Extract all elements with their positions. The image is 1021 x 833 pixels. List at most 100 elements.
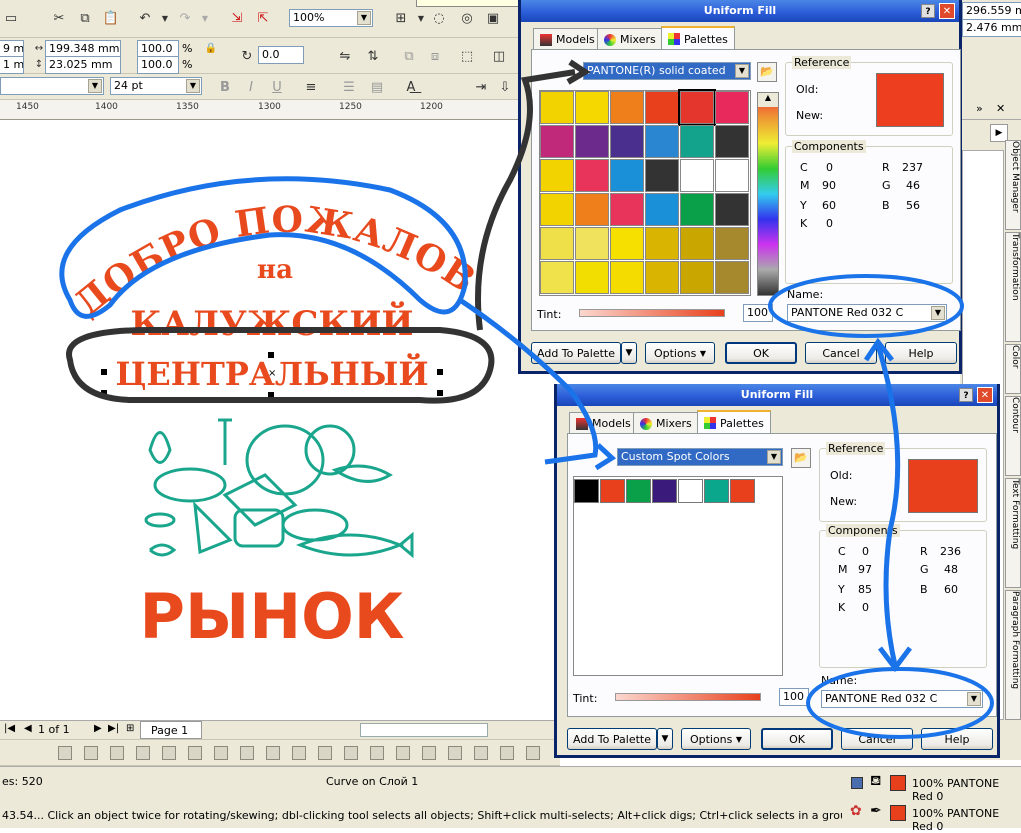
distribute-v-icon[interactable] (240, 746, 254, 760)
redo-dropdown-icon[interactable]: ▼ (194, 8, 216, 28)
palette-swatch[interactable] (540, 125, 574, 158)
palette-swatch-grid[interactable] (573, 476, 783, 676)
align-center-icon[interactable] (84, 746, 98, 760)
palette-swatch[interactable] (574, 479, 599, 503)
palette-swatch[interactable] (575, 125, 609, 158)
align-grid-icon[interactable] (474, 746, 488, 760)
tab-mixers[interactable]: Mixers (597, 28, 663, 50)
group-icon[interactable]: ⧉ (398, 46, 420, 66)
palette-swatch-grid[interactable] (539, 89, 751, 296)
edit-text-icon[interactable]: A͟ (400, 77, 422, 97)
fill-color-swatch[interactable] (890, 775, 906, 791)
redo-icon[interactable]: ↷ (174, 8, 196, 28)
copy-icon[interactable]: ⧉ (74, 8, 96, 28)
welcome-icon[interactable]: ◎ (456, 8, 478, 28)
palette-swatch[interactable] (600, 479, 625, 503)
undo-dropdown-icon[interactable]: ▼ (154, 8, 176, 28)
open-palette-icon[interactable]: 📂 (791, 448, 811, 468)
palette-swatch[interactable] (715, 159, 749, 192)
align-page-icon[interactable] (448, 746, 462, 760)
palette-swatch[interactable] (715, 227, 749, 260)
palette-swatch[interactable] (575, 159, 609, 192)
palette-swatch[interactable] (540, 159, 574, 192)
palette-swatch[interactable] (645, 193, 679, 226)
color-name-select[interactable]: PANTONE Red 032 C ▼ (787, 304, 947, 322)
underline-icon[interactable]: U (266, 77, 288, 97)
prev-page-icon[interactable]: ◀ (24, 723, 32, 734)
align-right-icon[interactable] (110, 746, 124, 760)
palette-select[interactable]: PANTONE(R) solid coated ▼ (583, 62, 751, 80)
palette-swatch[interactable] (680, 261, 714, 294)
tint-slider[interactable] (615, 693, 761, 701)
help-icon[interactable]: ? (921, 4, 935, 18)
align-left-icon[interactable] (58, 746, 72, 760)
options-button[interactable]: Options ▼ (681, 728, 751, 750)
corel-online-icon[interactable]: ▣ (482, 8, 504, 28)
tab-palettes[interactable]: Palettes (661, 26, 735, 50)
bold-icon[interactable]: B (214, 77, 236, 97)
docker-tab-contour[interactable]: Contour (1005, 396, 1021, 476)
ok-button[interactable]: OK (761, 728, 833, 750)
drop-cap-icon[interactable]: ▤ (366, 77, 388, 97)
help-button[interactable]: Help (885, 342, 957, 364)
palette-swatch[interactable] (704, 479, 729, 503)
palette-swatch[interactable] (610, 261, 644, 294)
palette-swatch[interactable] (715, 193, 749, 226)
cut-icon[interactable]: ✂ (48, 8, 70, 28)
font-family-select[interactable]: ▼ (0, 77, 104, 95)
add-page-icon[interactable]: ⊞ (126, 723, 134, 734)
help-icon[interactable]: ? (959, 388, 973, 402)
palette-scrollbar[interactable]: ▲ (757, 92, 779, 296)
tint-slider[interactable] (579, 309, 725, 317)
last-page-icon[interactable]: ▶| (108, 723, 119, 734)
align-icon[interactable]: ⬚ (456, 46, 478, 66)
paste-icon[interactable]: 📋 (100, 8, 122, 28)
scroll-up-icon[interactable]: ▲ (758, 93, 778, 107)
docker-tab-color[interactable]: Color (1005, 344, 1021, 394)
align-object-icon[interactable] (500, 746, 514, 760)
palette-swatch[interactable] (540, 193, 574, 226)
far-y-field[interactable]: 2.476 mm (962, 19, 1021, 37)
export-icon[interactable]: ⇱ (252, 8, 274, 28)
ungroup-icon[interactable]: ⧈ (424, 46, 446, 66)
palette-swatch[interactable] (715, 261, 749, 294)
page-tab[interactable]: Page 1 (140, 721, 202, 739)
logo-artwork[interactable]: ДОБРО ПОЖАЛОВАТЬ на КАЛУЖСКИЙ ЦЕНТРАЛЬНЫ… (0, 120, 560, 720)
space-v-icon[interactable] (396, 746, 410, 760)
docker-tab-object-manager[interactable]: Object Manager (1005, 140, 1021, 230)
arrange-icon[interactable] (422, 746, 436, 760)
palette-swatch[interactable] (715, 91, 749, 124)
palette-swatch[interactable] (626, 479, 651, 503)
distribute-bottom-icon[interactable] (344, 746, 358, 760)
palette-swatch[interactable] (540, 227, 574, 260)
order-front-icon[interactable]: ◫ (488, 46, 510, 66)
cancel-button[interactable]: Cancel (805, 342, 877, 364)
palette-swatch[interactable] (610, 193, 644, 226)
align-edge-icon[interactable] (526, 746, 540, 760)
palette-swatch[interactable] (610, 91, 644, 124)
palette-swatch[interactable] (715, 125, 749, 158)
text-align-icon[interactable]: ≡ (300, 77, 322, 97)
palette-swatch[interactable] (575, 227, 609, 260)
tab-models[interactable]: Models (569, 412, 638, 434)
add-to-palette-dropdown[interactable]: ▼ (621, 342, 637, 364)
open-palette-icon[interactable]: 📂 (757, 62, 777, 82)
zoom-level-select[interactable]: 100% ▼ (289, 9, 373, 27)
lasso-icon[interactable]: ◌ (428, 8, 450, 28)
palette-swatch[interactable] (645, 227, 679, 260)
add-to-palette-dropdown[interactable]: ▼ (657, 728, 673, 750)
tab-models[interactable]: Models (533, 28, 602, 50)
palette-swatch[interactable] (610, 227, 644, 260)
palette-swatch[interactable] (678, 479, 703, 503)
scale-y-field[interactable]: 100.0 (137, 56, 179, 74)
tab-palettes[interactable]: Palettes (697, 410, 771, 434)
add-to-palette-button[interactable]: Add To Palette (531, 342, 621, 364)
palette-swatch[interactable] (680, 125, 714, 158)
help-button[interactable]: Help (921, 728, 993, 750)
outline-color-swatch[interactable] (890, 805, 906, 821)
palette-swatch[interactable] (645, 91, 679, 124)
palette-swatch[interactable] (680, 227, 714, 260)
next-page-icon[interactable]: ▶ (94, 723, 102, 734)
distribute-h-icon[interactable] (214, 746, 228, 760)
options-button[interactable]: Options ▼ (645, 342, 715, 364)
